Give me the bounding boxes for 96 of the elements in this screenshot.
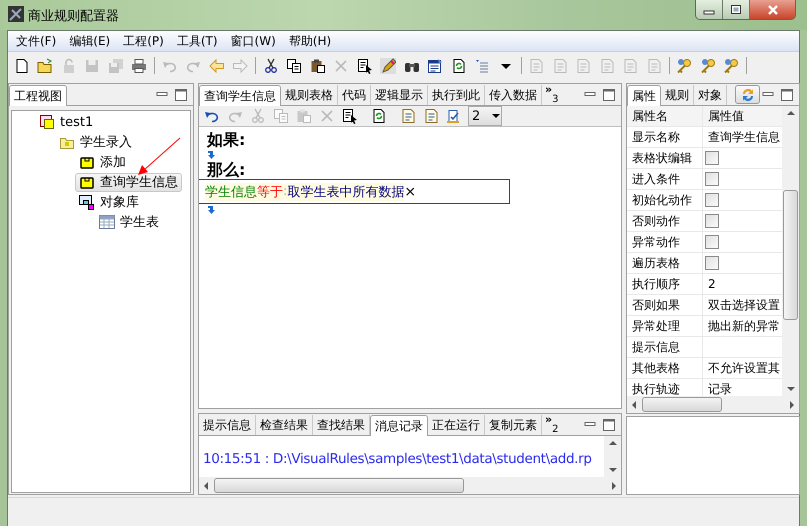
tab[interactable]: 传入数据 [485,85,542,105]
checkbox[interactable] [705,235,719,249]
vertical-scrollbar[interactable] [604,436,621,477]
condition-heading: 如果: [207,131,246,149]
rule-token[interactable]: 学生信息 [205,182,257,200]
rule-token[interactable]: 取学生表中所有数据 [287,182,404,200]
vertical-scrollbar[interactable] [782,106,799,396]
close-icon[interactable] [766,4,778,14]
horizontal-scrollbar[interactable] [199,477,621,494]
tab[interactable]: 提示信息 [199,415,256,435]
remove-button[interactable]: × [404,184,416,200]
maximize-icon[interactable] [730,4,742,14]
tab[interactable]: 属性 [627,85,661,106]
tab[interactable]: 代码 [338,85,371,105]
tab[interactable]: 检查结果 [256,415,313,435]
folder-icon[interactable] [37,58,54,74]
scissors-icon[interactable] [262,58,279,74]
menu-item[interactable]: 帮助(H) [282,32,338,50]
checklist-icon[interactable] [446,108,462,124]
key-icon[interactable] [723,58,740,74]
property-name: 提示信息 [627,337,703,358]
cursor-icon[interactable] [356,58,373,74]
document-icon[interactable] [400,108,416,124]
property-name: 异常动作 [627,232,703,253]
insert-arrow-icon[interactable] [207,150,217,160]
left-arrow-icon[interactable] [208,58,225,74]
tree-item[interactable]: 添加 [75,152,130,172]
printer-icon[interactable] [131,58,148,74]
project-icon [39,114,55,130]
tree-item[interactable]: 学生表 [95,212,163,232]
tab[interactable]: 正在运行 [428,415,485,435]
menu-item[interactable]: 工程(P) [116,32,170,50]
caret-icon [491,111,501,121]
form-icon[interactable] [427,58,444,74]
key-icon[interactable] [700,58,716,74]
tab[interactable]: 逻辑显示 [371,85,428,105]
property-name: 异常处理 [627,316,703,337]
insert-arrow-icon[interactable] [207,205,217,215]
rule-token[interactable]: 等于 [257,182,283,200]
menu-item[interactable]: 工具(T) [170,32,224,50]
table-icon [99,214,115,230]
property-name: 进入条件 [627,169,703,190]
tab[interactable]: 查询学生信息 [199,85,281,106]
checkbox[interactable] [705,193,719,207]
key-icon[interactable] [676,58,692,74]
refresh-icon[interactable] [450,58,467,74]
tab[interactable]: 对象 [694,85,727,105]
property-name: 遍历表格 [627,253,703,274]
tab[interactable]: 消息记录 [370,415,428,436]
annotation-arrow [136,137,182,177]
column-header: 属性值 [703,106,782,127]
rule-action-row[interactable]: 学生信息等于:取学生表中所有数据× [199,179,510,204]
page-dropdown[interactable]: 2 [468,106,502,126]
tree-item[interactable]: 对象库 [75,192,143,212]
cursor-icon[interactable] [342,108,358,124]
tree-item[interactable]: test1 [35,112,98,132]
horizontal-scrollbar[interactable] [627,396,799,413]
list-icon[interactable] [474,58,490,74]
tab[interactable]: 规则 [661,85,694,105]
property-name: 否则动作 [627,211,703,232]
window-title: 商业规则配置器 [28,8,119,25]
document-icon[interactable] [422,108,438,124]
tab[interactable]: 复制元素 [485,415,542,435]
database-icon [79,194,95,210]
column-header: 属性名 [627,106,703,127]
refresh-button[interactable] [735,85,760,104]
copy-icon[interactable] [286,58,302,74]
menu-item[interactable]: 文件(F) [9,32,62,50]
checkbox[interactable] [705,172,719,186]
action-heading: 那么: [207,161,246,179]
property-name: 否则如果 [627,295,703,316]
tab[interactable]: 执行到此 [428,85,485,105]
property-name: 执行顺序 [627,274,703,295]
tree-item[interactable]: 查询学生信息 [75,172,182,192]
log-line: 10:15:51 : D:\VisualRules\samples\test1\data\student\add.rp [203,451,593,467]
menu-item[interactable]: 窗口(W) [224,32,282,50]
property-name: 表格状编辑 [627,148,703,169]
checkbox[interactable] [705,256,719,270]
property-name: 显示名称 [627,127,703,148]
maximize-icon[interactable] [781,88,793,100]
menu-item[interactable]: 编辑(E) [62,32,116,50]
property-name: 初始化动作 [627,190,703,211]
checkbox[interactable] [705,151,719,165]
maximize-icon[interactable] [175,88,187,100]
property-name: 其他表格 [627,358,703,379]
maximize-icon[interactable] [603,418,615,430]
maximize-icon[interactable] [603,88,615,100]
tree-item[interactable]: 学生录入 [55,132,136,152]
page-icon[interactable] [14,58,30,74]
refresh-icon[interactable] [370,108,386,124]
clipboard-icon[interactable] [310,58,326,74]
pencil-icon[interactable] [380,58,396,74]
app-logo-icon [8,6,24,22]
tab[interactable]: 工程视图 [9,85,67,106]
tab[interactable]: 规则表格 [281,85,338,105]
checkbox[interactable] [705,214,719,228]
